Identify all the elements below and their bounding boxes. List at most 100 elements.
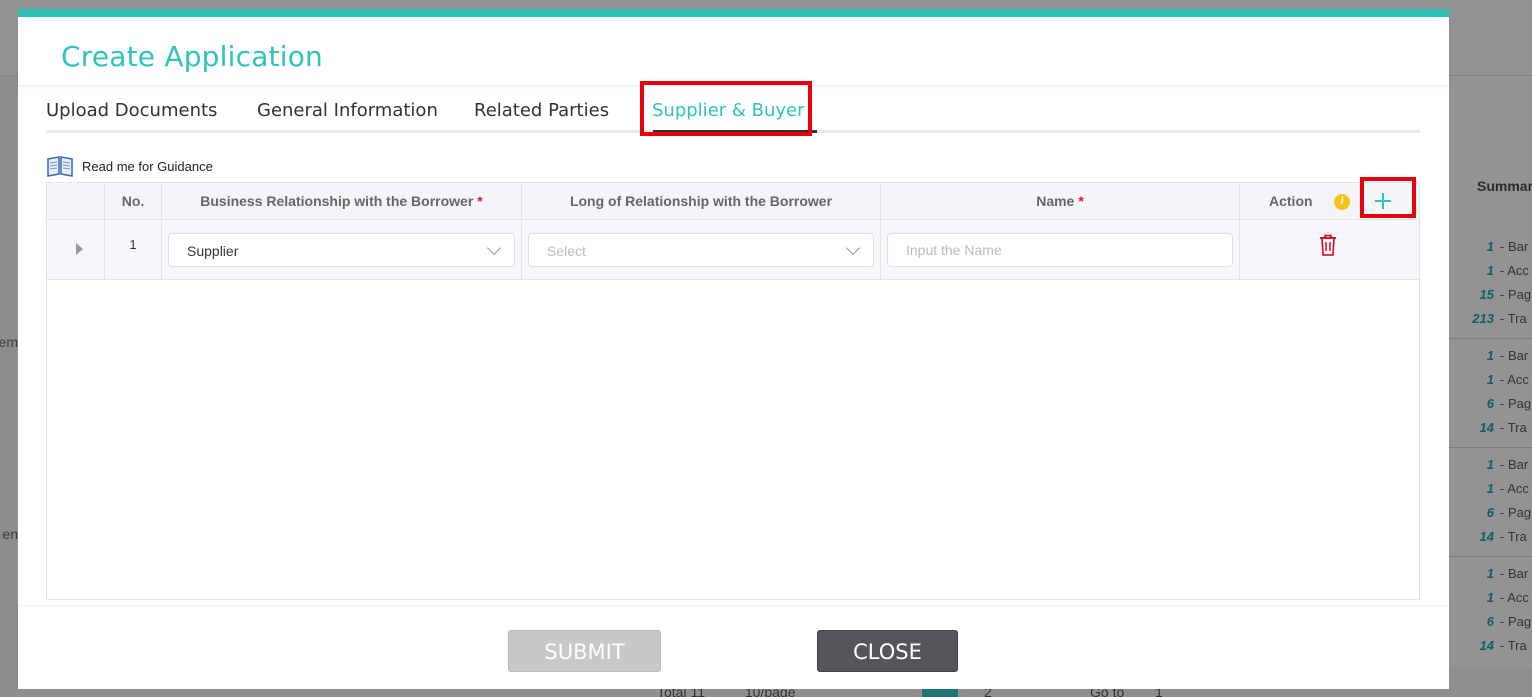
table-header: No. Business Relationship with the Borro… [47,183,1419,220]
summary-label: - Pag [1500,505,1532,520]
summary-label: - Bar [1500,348,1529,363]
summary-count: 1 [1486,263,1494,278]
background-summary-row: 14 - Tra [1462,529,1527,544]
header-no: No. [105,183,162,220]
background-left-panel: em en [0,76,18,697]
background-summary-row: 1 - Acc [1462,372,1529,387]
modal-header: Create Application [18,17,1449,85]
header-business-relationship-label: Business Relationship with the Borrower [200,193,474,209]
summary-label: - Acc [1500,372,1529,387]
background-summary-row: 1 - Acc [1462,263,1529,278]
name-input[interactable]: Input the Name [887,233,1233,267]
supplier-buyer-table: No. Business Relationship with the Borro… [46,182,1420,600]
tab-related-parties[interactable]: Related Parties [474,100,609,121]
highlight-box-tab [640,81,812,136]
summary-label: - Pag [1500,396,1532,411]
background-summary-row: 1 - Acc [1462,481,1529,496]
summary-label: - Acc [1500,263,1529,278]
summary-label: - Bar [1500,566,1529,581]
modal-title: Create Application [61,40,323,73]
guidance-link[interactable]: Read me for Guidance [46,155,213,177]
background-summary-title: Summar [1477,178,1532,194]
book-icon [47,156,73,177]
background-divider [1449,447,1532,448]
row-expand-cell [47,220,105,280]
highlight-box-add [1360,177,1416,218]
background-summary-row: 14 - Tra [1462,638,1527,653]
background-summary-row: 15 - Pag [1462,287,1532,302]
background-summary-row: 6 - Pag [1462,505,1531,520]
summary-count: 1 [1486,348,1494,363]
relationship-length-cell: Select [522,220,881,280]
summary-count: 6 [1486,505,1494,520]
row-no-cell: 1 [105,220,162,280]
background-summary-row: 1 - Bar [1462,239,1528,254]
background-left-text: en [2,526,18,542]
header-relationship-length: Long of Relationship with the Borrower [522,183,881,220]
relationship-length-placeholder: Select [547,243,586,259]
background-summary-row: 213 - Tra [1462,311,1527,326]
summary-count: 1 [1486,372,1494,387]
summary-count: 1 [1486,590,1494,605]
header-no-label: No. [121,193,145,209]
header-business-relationship: Business Relationship with the Borrower * [162,183,522,220]
guidance-label: Read me for Guidance [82,158,213,174]
summary-label: - Acc [1500,481,1529,496]
row-number: 1 [129,237,137,252]
trash-icon[interactable] [1317,233,1339,257]
business-relationship-value: Supplier [187,243,239,259]
background-summary-row: 1 - Acc [1462,590,1529,605]
header-expand [47,183,105,220]
summary-label: - Tra [1500,311,1527,326]
summary-count: 1 [1486,457,1494,472]
header-name-label: Name [1036,193,1075,209]
chevron-down-icon [845,240,861,256]
summary-label: - Pag [1500,287,1532,302]
name-cell: Input the Name [881,220,1240,280]
background-left-text: em [0,334,18,350]
summary-label: - Bar [1500,457,1529,472]
background-divider [1449,338,1532,339]
business-relationship-select[interactable]: Supplier [168,233,515,267]
summary-count: 14 [1479,420,1494,435]
expand-row-icon[interactable] [76,243,83,255]
tab-upload-documents[interactable]: Upload Documents [46,100,217,121]
relationship-length-select[interactable]: Select [528,233,874,267]
action-cell [1240,220,1419,280]
summary-label: - Bar [1500,239,1529,254]
required-mark: * [1078,193,1084,209]
header-action-label: Action [1269,193,1313,209]
summary-count: 1 [1486,239,1494,254]
background-summary-row: 6 - Pag [1462,396,1531,411]
modal-footer: SUBMIT CLOSE [18,607,1449,689]
summary-count: 6 [1486,396,1494,411]
chevron-down-icon [486,240,502,256]
header-name: Name * [881,183,1240,220]
background-summary-row: 1 - Bar [1462,348,1528,363]
table-row: 1 Supplier Select Input the Name [47,220,1419,280]
background-divider [1449,556,1532,557]
summary-label: - Pag [1500,614,1532,629]
summary-count: 14 [1479,529,1494,544]
summary-label: - Tra [1500,420,1527,435]
summary-count: 1 [1486,566,1494,581]
background-summary-row: 1 - Bar [1462,566,1528,581]
close-button[interactable]: CLOSE [817,630,958,672]
required-mark: * [477,193,483,209]
info-icon[interactable]: i [1334,194,1350,210]
summary-label: - Tra [1500,529,1527,544]
summary-count: 213 [1472,311,1494,326]
tab-general-information[interactable]: General Information [257,100,438,121]
background-summary-row: 6 - Pag [1462,614,1531,629]
summary-count: 6 [1486,614,1494,629]
background-summary-row: 14 - Tra [1462,420,1527,435]
summary-count: 1 [1486,481,1494,496]
business-relationship-cell: Supplier [162,220,522,280]
submit-button[interactable]: SUBMIT [508,630,661,672]
summary-count: 14 [1479,638,1494,653]
create-application-modal: Create Application Upload Documents Gene… [18,9,1449,689]
summary-count: 15 [1479,287,1494,302]
background-summary-row: 1 - Bar [1462,457,1528,472]
header-relationship-length-label: Long of Relationship with the Borrower [569,193,833,209]
summary-label: - Acc [1500,590,1529,605]
